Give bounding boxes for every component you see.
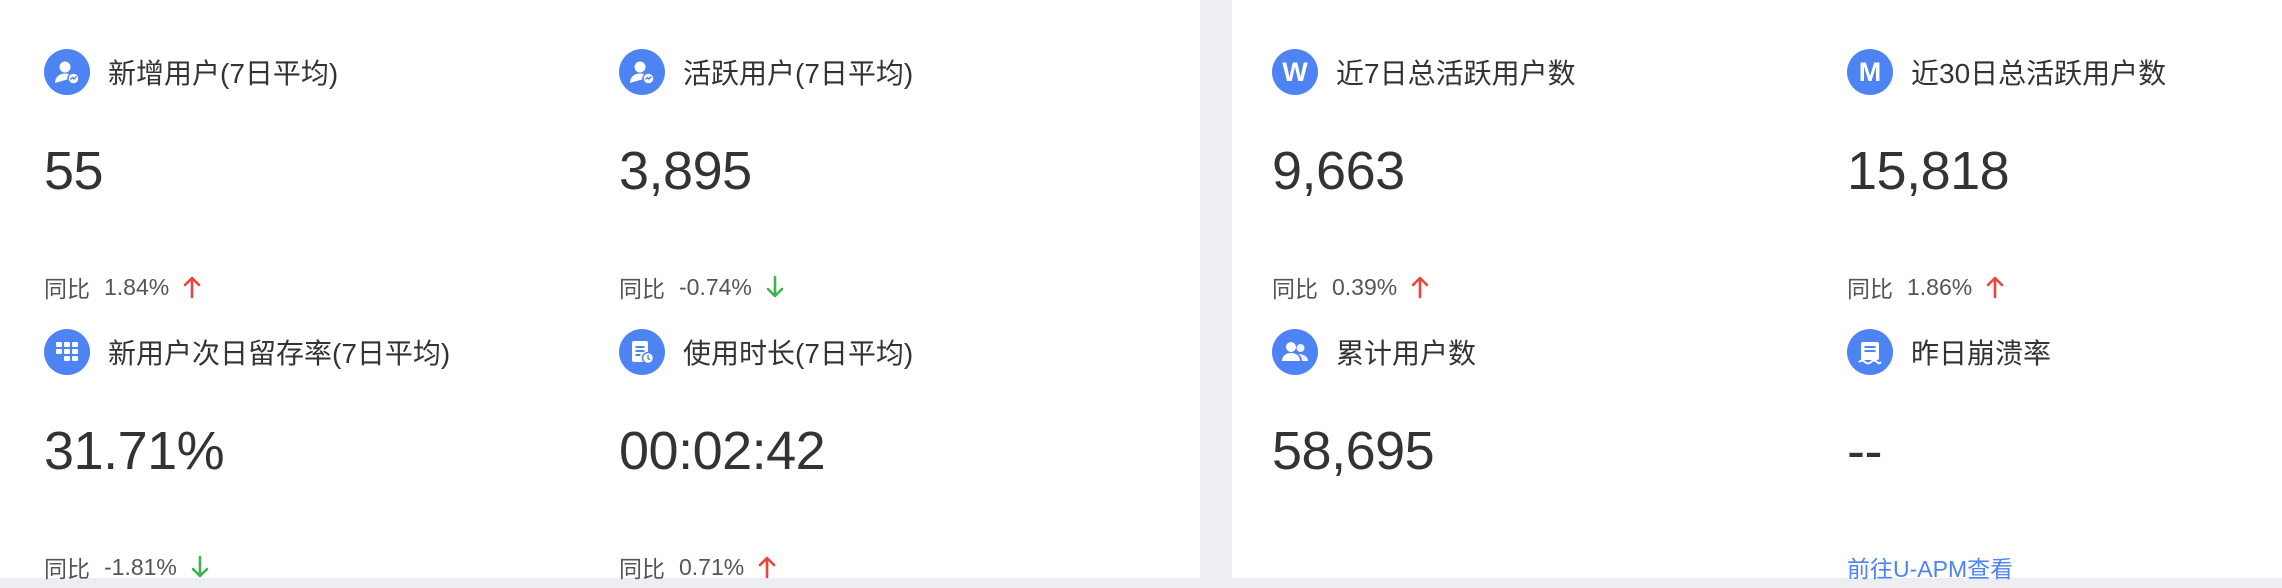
- comparison-label: 同比: [44, 276, 90, 302]
- document-clock-icon: [619, 329, 665, 375]
- arrow-up-icon: [1411, 275, 1429, 299]
- metric-title: 使用时长(7日平均): [683, 338, 914, 369]
- metric-header: 活跃用户(7日平均): [619, 48, 913, 96]
- metric-new-users: 新增用户(7日平均) 55 同比 1.84%: [44, 48, 604, 308]
- metric-header: 新用户次日留存率(7日平均): [44, 328, 450, 376]
- comparison: 同比 -0.74%: [619, 268, 784, 306]
- arrow-down-icon: [766, 275, 784, 299]
- view-in-uapm-link[interactable]: 前往U-APM查看: [1847, 548, 2013, 586]
- metric-header: 使用时长(7日平均): [619, 328, 913, 376]
- arrow-up-icon: [183, 275, 201, 299]
- metric-value: 15,818: [1847, 141, 2010, 201]
- comparison: 同比 -1.81%: [44, 548, 209, 586]
- metric-value: 31.71%: [44, 421, 225, 481]
- metric-title: 新增用户(7日平均): [108, 58, 339, 89]
- users-icon: [1272, 329, 1318, 375]
- right-metrics-card: W 近7日总活跃用户数 9,663 同比 0.39% M 近30日总活跃用户数 …: [1232, 0, 2282, 582]
- metric-monthly-active: M 近30日总活跃用户数 15,818 同比 1.86%: [1847, 48, 2267, 308]
- grid-retention-icon: [44, 329, 90, 375]
- metric-title: 活跃用户(7日平均): [683, 58, 914, 89]
- left-metrics-card: 新增用户(7日平均) 55 同比 1.84% 活跃用户(7日平均) 3,895: [0, 0, 1200, 582]
- arrow-up-icon: [1986, 275, 2004, 299]
- comparison-label: 同比: [1847, 276, 1893, 302]
- comparison-value: 1.86%: [1907, 273, 1973, 300]
- comparison-label: 同比: [619, 276, 665, 302]
- metric-total-users: 累计用户数 58,695: [1272, 328, 1832, 588]
- comparison-label: 同比: [1272, 276, 1318, 302]
- arrow-up-icon: [758, 555, 776, 579]
- metric-value: 3,895: [619, 141, 752, 201]
- metric-header: M 近30日总活跃用户数: [1847, 48, 2166, 96]
- metric-value: 00:02:42: [619, 421, 826, 481]
- comparison-label: 同比: [44, 556, 90, 582]
- metric-title: 累计用户数: [1336, 338, 1477, 369]
- letter-w-icon: W: [1272, 49, 1318, 95]
- metric-weekly-active: W 近7日总活跃用户数 9,663 同比 0.39%: [1272, 48, 1832, 308]
- metric-retention: 新用户次日留存率(7日平均) 31.71% 同比 -1.81%: [44, 328, 604, 588]
- metric-header: W 近7日总活跃用户数: [1272, 48, 1576, 96]
- metric-title: 近30日总活跃用户数: [1911, 58, 2167, 89]
- metric-value: 55: [44, 141, 104, 201]
- metric-header: 昨日崩溃率: [1847, 328, 2051, 376]
- comparison: 同比 1.84%: [44, 268, 201, 306]
- arrow-down-icon: [191, 555, 209, 579]
- icon-letter: W: [1282, 56, 1308, 87]
- metric-title: 昨日崩溃率: [1911, 338, 2052, 369]
- metric-crash-rate: 昨日崩溃率 -- 前往U-APM查看: [1847, 328, 2267, 588]
- metric-header: 累计用户数: [1272, 328, 1476, 376]
- metric-value: 9,663: [1272, 141, 1405, 201]
- icon-letter: M: [1858, 56, 1882, 87]
- comparison-value: 0.71%: [679, 553, 745, 580]
- metric-usage-duration: 使用时长(7日平均) 00:02:42 同比 0.71%: [619, 328, 1179, 588]
- metric-title: 新用户次日留存率(7日平均): [108, 338, 451, 369]
- comparison-value: -0.74%: [679, 273, 752, 300]
- metric-header: 新增用户(7日平均): [44, 48, 338, 96]
- comparison-value: 0.39%: [1332, 273, 1398, 300]
- user-stats-icon: [44, 49, 90, 95]
- metric-value: 58,695: [1272, 421, 1435, 481]
- crash-report-icon: [1847, 329, 1893, 375]
- comparison-value: -1.81%: [104, 553, 177, 580]
- comparison-label: 同比: [619, 556, 665, 582]
- comparison: 同比 1.86%: [1847, 268, 2004, 306]
- metric-value: --: [1847, 421, 1882, 481]
- comparison-value: 1.84%: [104, 273, 170, 300]
- letter-m-icon: M: [1847, 49, 1893, 95]
- comparison: 同比 0.71%: [619, 548, 776, 586]
- comparison: 同比 0.39%: [1272, 268, 1429, 306]
- user-stats-icon: [619, 49, 665, 95]
- metric-active-users: 活跃用户(7日平均) 3,895 同比 -0.74%: [619, 48, 1179, 308]
- metric-title: 近7日总活跃用户数: [1336, 58, 1576, 89]
